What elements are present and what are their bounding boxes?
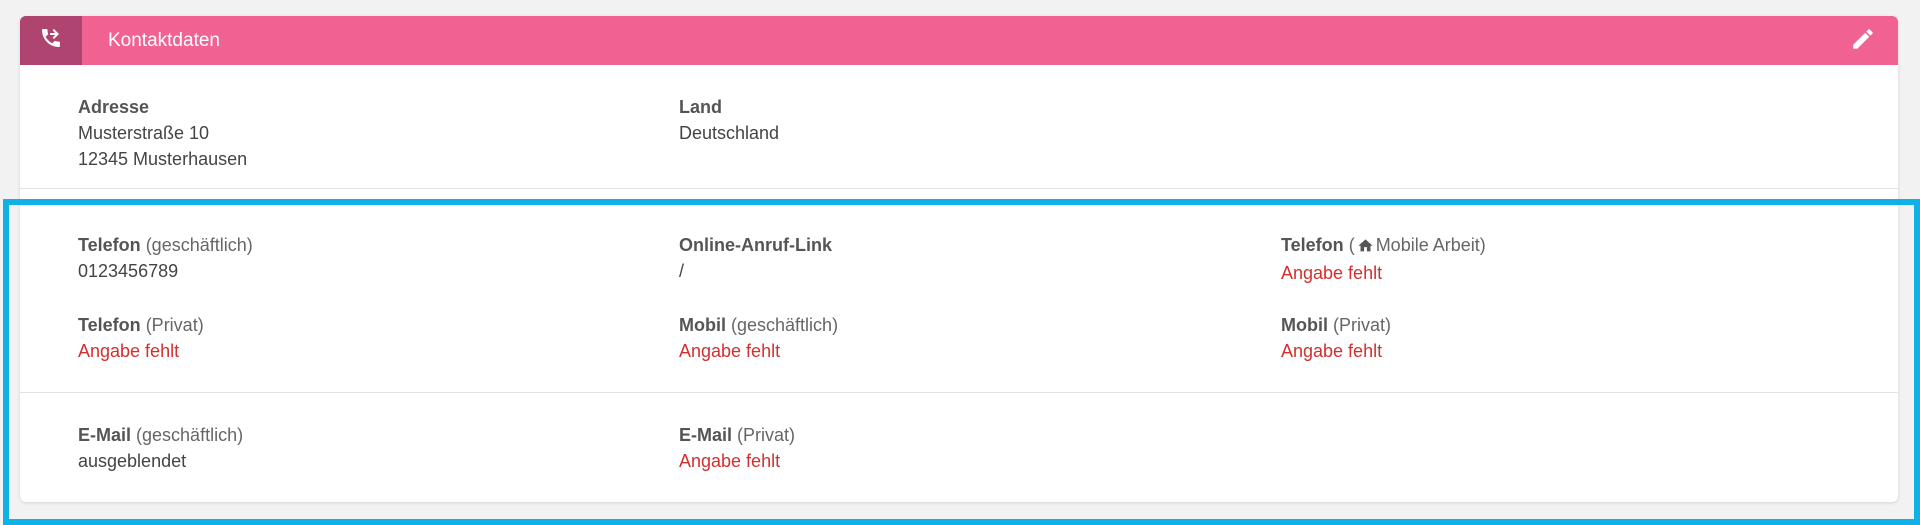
email-business-qualifier: (geschäftlich) [136, 425, 244, 445]
email-business-field: E-Mail (geschäftlich) ausgeblendet [78, 422, 243, 474]
email-private-qualifier: (Privat) [737, 425, 796, 445]
contact-data-card: Kontaktdaten Adresse Musterstraße 10 123… [20, 16, 1898, 502]
email-business-value: ausgeblendet [78, 451, 187, 471]
mobile-business-value: Angabe fehlt [679, 341, 781, 361]
online-call-link-value: / [679, 261, 685, 281]
phone-forward-icon [39, 26, 63, 55]
phone-mobile-work-field: Telefon ( Mobile Arbeit) Angabe fehlt [1281, 232, 1486, 286]
section-divider [20, 188, 1898, 189]
phone-business-value: 0123456789 [78, 261, 179, 281]
mobile-business-field: Mobil (geschäftlich) Angabe fehlt [679, 312, 838, 364]
phone-private-qualifier: (Privat) [145, 315, 204, 335]
country-value: Deutschland [679, 123, 780, 143]
email-private-field: E-Mail (Privat) Angabe fehlt [679, 422, 795, 474]
address-field: Adresse Musterstraße 10 12345 Musterhaus… [78, 94, 247, 172]
mobile-private-field: Mobil (Privat) Angabe fehlt [1281, 312, 1391, 364]
mobile-private-value: Angabe fehlt [1281, 341, 1383, 361]
country-field: Land Deutschland [679, 94, 779, 146]
mobile-business-qualifier: (geschäftlich) [731, 315, 839, 335]
email-private-value: Angabe fehlt [679, 451, 781, 471]
email-private-label: E-Mail [679, 425, 733, 445]
email-business-label: E-Mail [78, 425, 132, 445]
phone-private-field: Telefon (Privat) Angabe fehlt [78, 312, 204, 364]
address-line-1: Musterstraße 10 [78, 123, 210, 143]
country-label: Land [679, 97, 722, 117]
online-call-link-field: Online-Anruf-Link / [679, 232, 832, 284]
mobile-business-label: Mobil [679, 315, 726, 335]
phone-mobile-work-value: Angabe fehlt [1281, 263, 1383, 283]
mobile-private-label: Mobil [1281, 315, 1328, 335]
pencil-icon [1850, 26, 1876, 57]
mobile-private-qualifier: (Privat) [1333, 315, 1392, 335]
phone-business-label: Telefon [78, 235, 141, 255]
phone-mobile-work-label: Telefon [1281, 235, 1344, 255]
home-icon [1357, 234, 1374, 260]
address-label: Adresse [78, 97, 150, 117]
card-header: Kontaktdaten [20, 16, 1898, 65]
phone-business-field: Telefon (geschäftlich) 0123456789 [78, 232, 253, 284]
online-call-link-label: Online-Anruf-Link [679, 235, 832, 255]
phone-private-label: Telefon [78, 315, 141, 335]
card-title: Kontaktdaten [108, 30, 220, 51]
phone-mobile-work-paren: ( [1348, 235, 1355, 255]
phone-mobile-work-qualifier: Mobile Arbeit) [1375, 235, 1486, 255]
phone-business-qualifier: (geschäftlich) [145, 235, 253, 255]
edit-button[interactable] [1848, 26, 1878, 56]
header-icon-box [20, 16, 82, 65]
email-divider [20, 392, 1898, 393]
phone-private-value: Angabe fehlt [78, 341, 180, 361]
address-line-2: 12345 Musterhausen [78, 149, 248, 169]
